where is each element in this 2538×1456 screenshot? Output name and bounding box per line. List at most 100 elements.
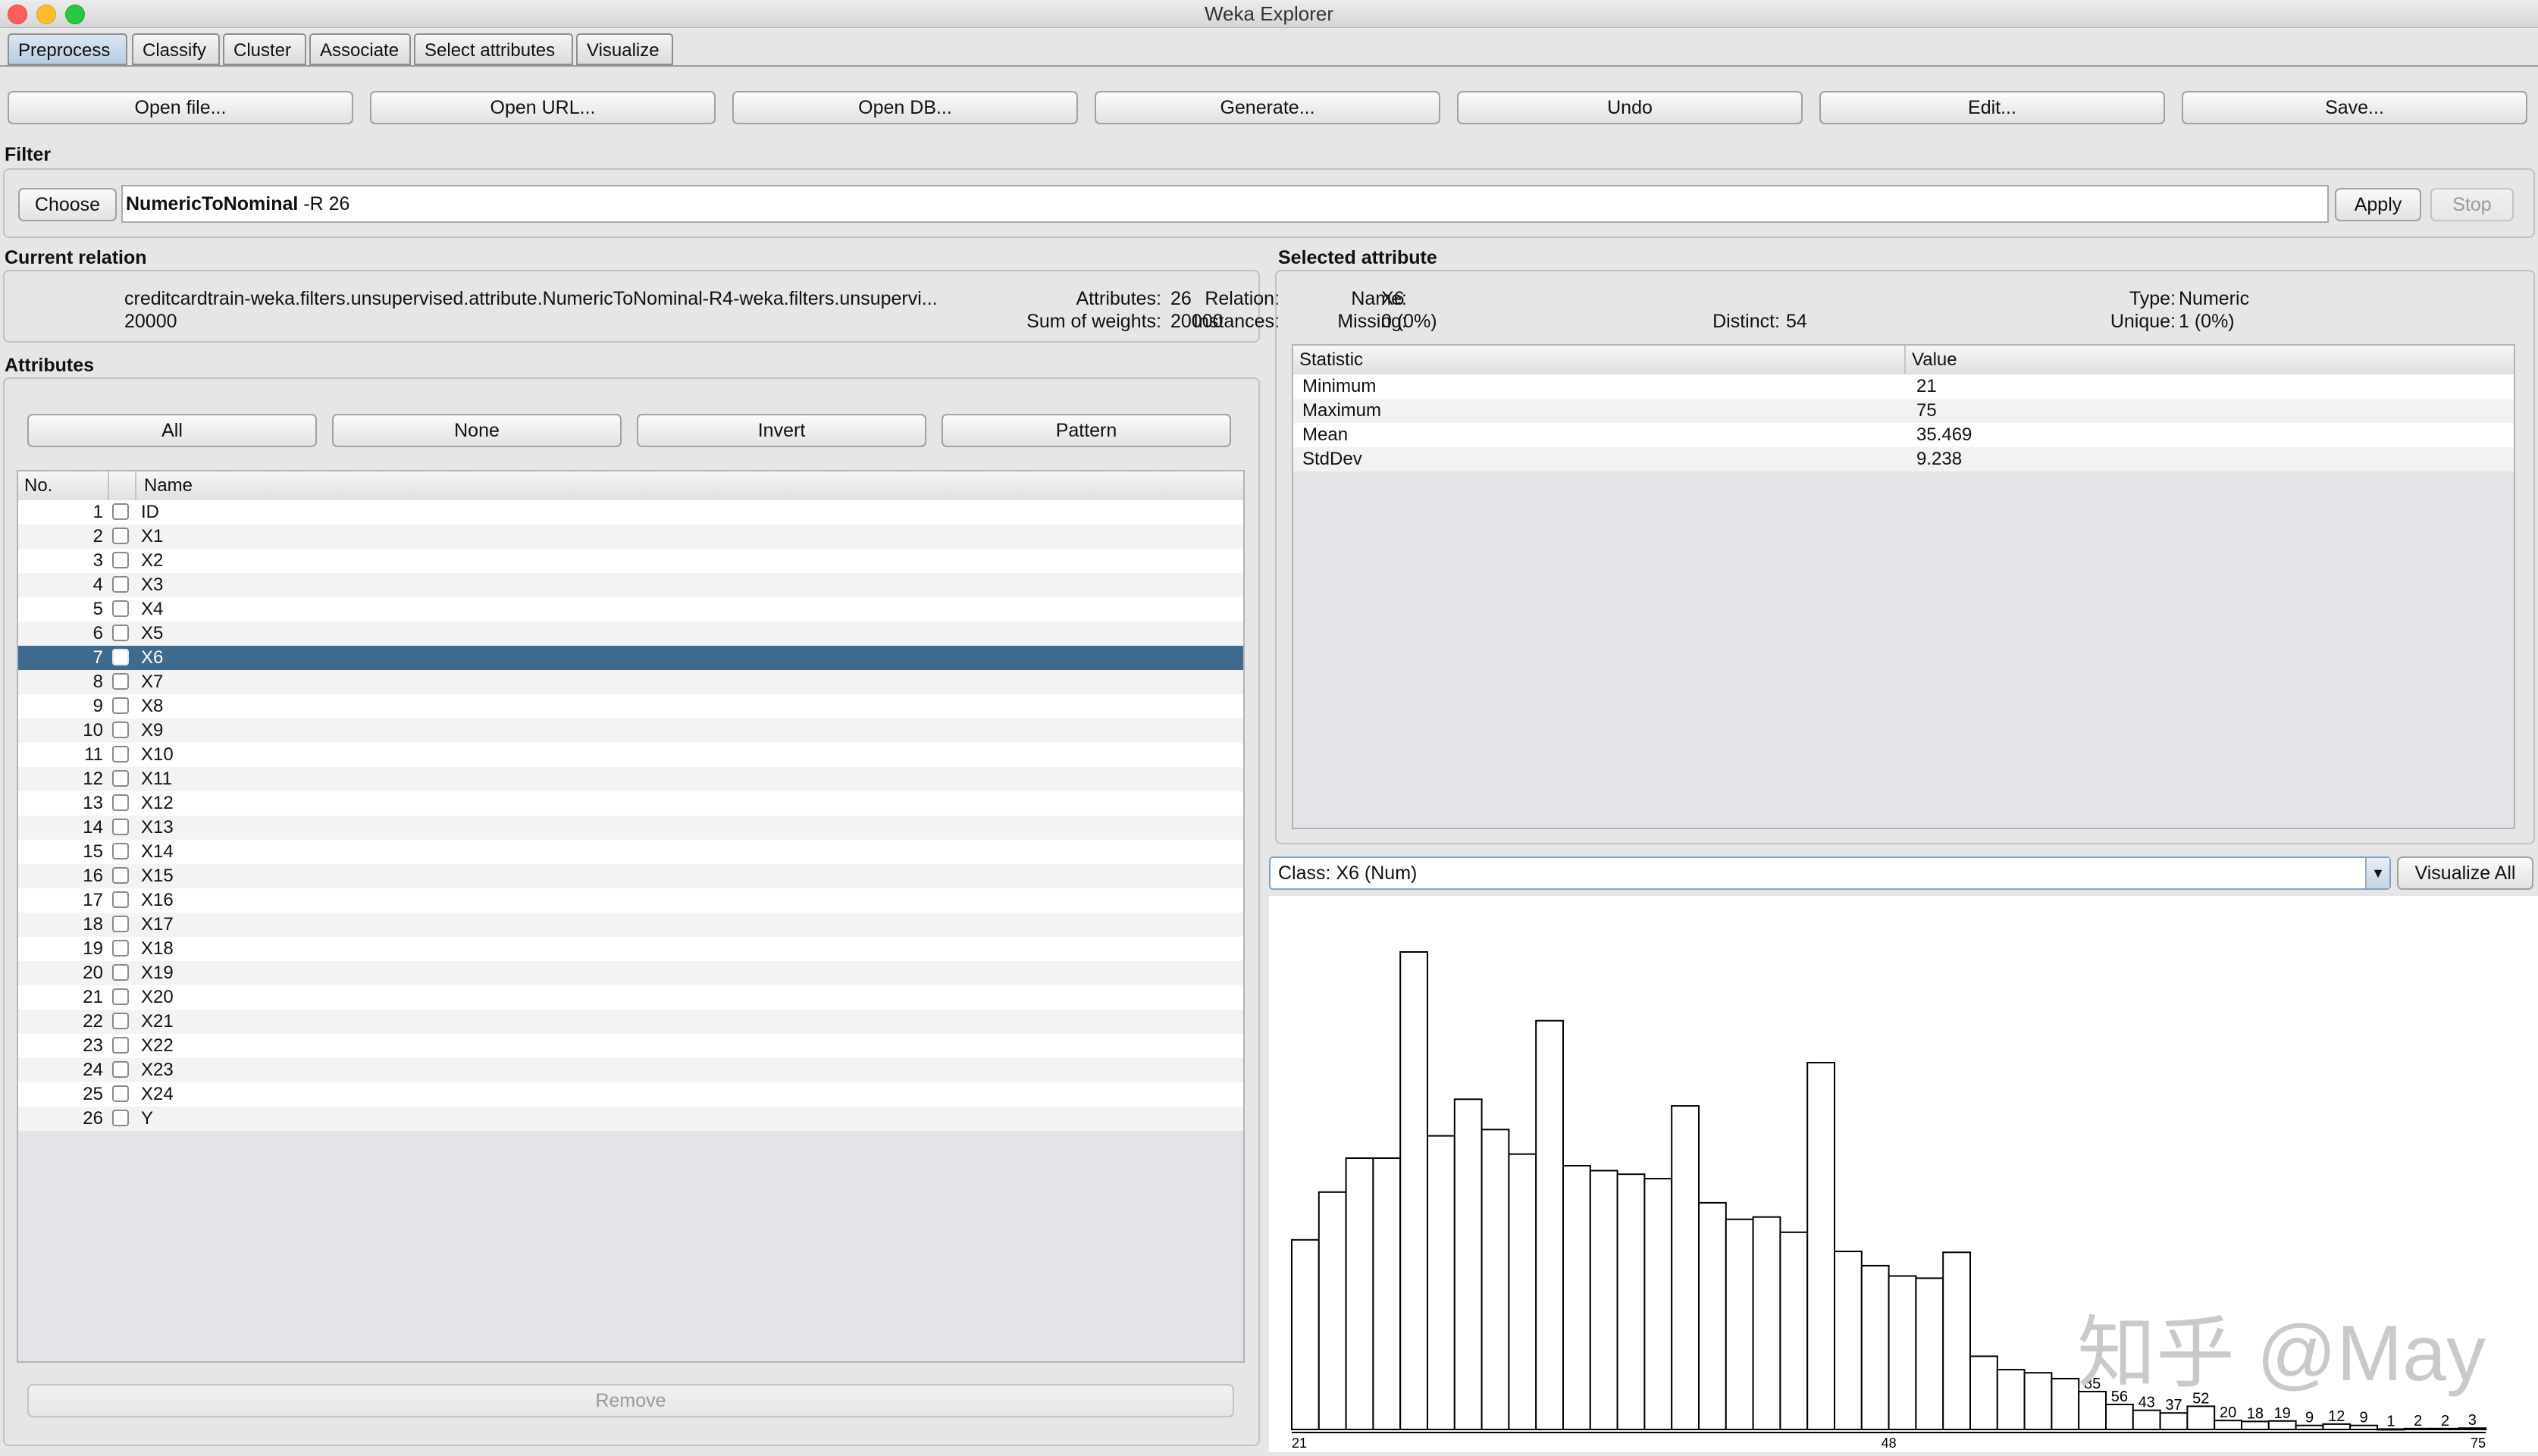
statistic-row[interactable]: Mean 35.469 — [1293, 423, 2514, 447]
attribute-checkbox[interactable] — [112, 1061, 129, 1078]
attribute-checkbox[interactable] — [112, 867, 129, 884]
attribute-row[interactable]: 23 X22 — [18, 1034, 1243, 1058]
attribute-checkbox[interactable] — [112, 528, 129, 544]
tab-associate[interactable]: Associate — [309, 33, 411, 65]
column-header-name[interactable]: Name — [136, 471, 1243, 500]
attribute-checkbox[interactable] — [112, 673, 129, 690]
histogram-bar — [1643, 1178, 1673, 1430]
chevron-down-icon[interactable]: ▼ — [2365, 858, 2389, 888]
statistic-name: StdDev — [1302, 449, 1362, 469]
attribute-checkbox[interactable] — [112, 1085, 129, 1102]
statistics-table[interactable]: Statistic Value Minimum 21 Maximum 75 Mean 35… — [1292, 344, 2515, 829]
histogram-bar — [1372, 1157, 1402, 1430]
watermark: 知乎 @May — [2077, 1310, 2486, 1398]
save-button[interactable]: Save... — [2182, 91, 2527, 124]
statistic-row[interactable]: Maximum 75 — [1293, 399, 2514, 423]
attribute-checkbox[interactable] — [112, 843, 129, 860]
attribute-checkbox[interactable] — [112, 552, 129, 568]
attribute-name: X4 — [141, 599, 164, 619]
attribute-row[interactable]: 10 X9 — [18, 719, 1243, 743]
apply-button[interactable]: Apply — [2335, 188, 2421, 221]
attribute-checkbox[interactable] — [112, 1037, 129, 1054]
attribute-row[interactable]: 13 X12 — [18, 791, 1243, 816]
attribute-row[interactable]: 18 X17 — [18, 913, 1243, 937]
attribute-row[interactable]: 20 X19 — [18, 961, 1243, 985]
tab-classify[interactable]: Classify — [132, 33, 220, 65]
filter-field[interactable]: NumericToNominal -R 26 — [121, 185, 2329, 223]
attribute-checkbox[interactable] — [112, 576, 129, 593]
attribute-row[interactable]: 25 X24 — [18, 1082, 1243, 1107]
column-header-statistic[interactable]: Statistic — [1293, 346, 1906, 374]
attribute-row[interactable]: 3 X2 — [18, 549, 1243, 573]
attribute-row[interactable]: 6 X5 — [18, 622, 1243, 646]
tab-cluster[interactable]: Cluster — [223, 33, 306, 65]
attribute-row[interactable]: 4 X3 — [18, 573, 1243, 597]
attribute-no: 16 — [83, 866, 103, 886]
select-none-button[interactable]: None — [332, 414, 622, 447]
generate-button[interactable]: Generate... — [1095, 91, 1440, 124]
tab-visualize[interactable]: Visualize — [576, 33, 673, 65]
statistic-row[interactable]: Minimum 21 — [1293, 374, 2514, 399]
pattern-button[interactable]: Pattern — [942, 414, 1231, 447]
class-select[interactable]: Class: X6 (Num) ▼ — [1269, 856, 2391, 890]
attribute-row[interactable]: 12 X11 — [18, 767, 1243, 791]
attribute-row[interactable]: 9 X8 — [18, 694, 1243, 719]
attribute-row[interactable]: 1 ID — [18, 500, 1243, 524]
open-url-button[interactable]: Open URL... — [370, 91, 716, 124]
attribute-row[interactable]: 19 X18 — [18, 937, 1243, 961]
selected-attribute-title: Selected attribute — [1278, 247, 1437, 268]
attribute-checkbox[interactable] — [112, 988, 129, 1005]
statistic-row[interactable]: StdDev 9.238 — [1293, 447, 2514, 471]
attribute-row[interactable]: 14 X13 — [18, 816, 1243, 840]
open-file-button[interactable]: Open file... — [8, 91, 353, 124]
column-header-no[interactable]: No. — [18, 471, 109, 500]
select-all-button[interactable]: All — [27, 414, 317, 447]
attribute-checkbox[interactable] — [112, 940, 129, 957]
undo-button[interactable]: Undo — [1457, 91, 1803, 124]
attributes-table[interactable]: No. Name 1 ID 2 X1 3 X2 4 X3 5 X4 6 X5 7 X6 8 X7 9 X8 10 X9… — [17, 470, 1245, 1363]
attribute-checkbox[interactable] — [112, 916, 129, 932]
attribute-no: 4 — [92, 575, 103, 595]
attribute-row[interactable]: 8 X7 — [18, 670, 1243, 694]
attribute-checkbox[interactable] — [112, 891, 129, 908]
attribute-row[interactable]: 7 X6 — [18, 646, 1243, 670]
attribute-row[interactable]: 24 X23 — [18, 1058, 1243, 1082]
column-header-select[interactable] — [109, 471, 136, 500]
open-db-button[interactable]: Open DB... — [732, 91, 1078, 124]
column-header-value[interactable]: Value — [1906, 346, 2514, 374]
choose-filter-button[interactable]: Choose — [18, 188, 117, 221]
attribute-checkbox[interactable] — [112, 722, 129, 738]
visualize-all-button[interactable]: Visualize All — [2397, 856, 2533, 890]
attribute-checkbox[interactable] — [112, 794, 129, 811]
tab-preprocess[interactable]: Preprocess — [8, 33, 127, 65]
attribute-no: 12 — [83, 769, 103, 789]
attribute-checkbox[interactable] — [112, 649, 129, 665]
attribute-checkbox[interactable] — [112, 1013, 129, 1029]
instances-value: 20000 — [124, 311, 177, 332]
edit-button[interactable]: Edit... — [1819, 91, 2165, 124]
invert-selection-button[interactable]: Invert — [637, 414, 926, 447]
tab-select-attributes[interactable]: Select attributes — [414, 33, 573, 65]
attribute-row[interactable]: 2 X1 — [18, 524, 1243, 549]
statistic-value: 21 — [1916, 376, 1937, 396]
attribute-checkbox[interactable] — [112, 746, 129, 762]
histogram-bar — [2159, 1412, 2189, 1431]
attribute-checkbox[interactable] — [112, 625, 129, 641]
attribute-row[interactable]: 16 X15 — [18, 864, 1243, 888]
attribute-row[interactable]: 17 X16 — [18, 888, 1243, 913]
attribute-checkbox[interactable] — [112, 770, 129, 787]
attribute-checkbox[interactable] — [112, 503, 129, 520]
attribute-row[interactable]: 15 X14 — [18, 840, 1243, 864]
attribute-checkbox[interactable] — [112, 1110, 129, 1126]
attribute-row[interactable]: 22 X21 — [18, 1010, 1243, 1034]
attribute-row[interactable]: 26 Y — [18, 1107, 1243, 1131]
attribute-row[interactable]: 11 X10 — [18, 743, 1243, 767]
attribute-row[interactable]: 5 X4 — [18, 597, 1243, 622]
attribute-name: X10 — [141, 744, 174, 765]
attribute-checkbox[interactable] — [112, 819, 129, 835]
histogram-bar — [1698, 1201, 1727, 1430]
attribute-row[interactable]: 21 X20 — [18, 985, 1243, 1010]
attribute-checkbox[interactable] — [112, 697, 129, 714]
attribute-checkbox[interactable] — [112, 600, 129, 617]
attribute-checkbox[interactable] — [112, 964, 129, 981]
